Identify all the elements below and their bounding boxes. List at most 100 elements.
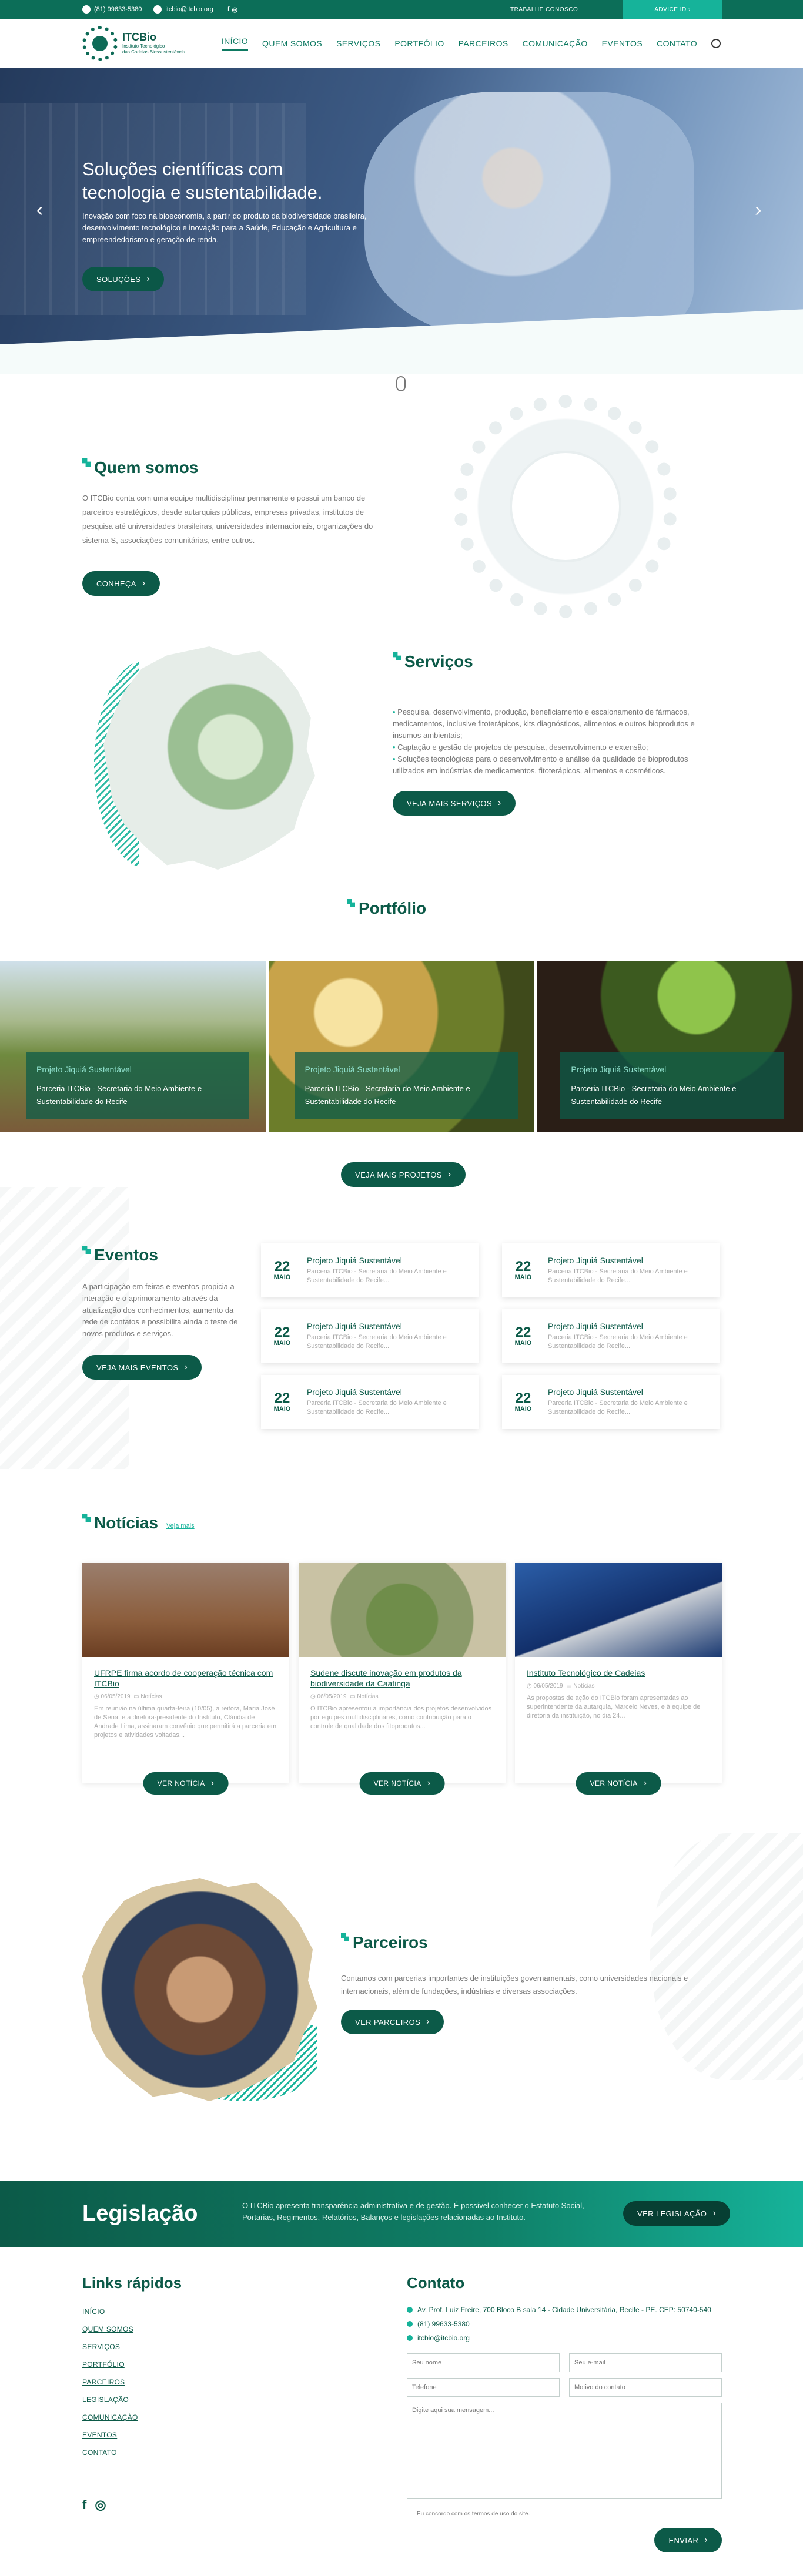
chevron-left-icon[interactable]: ‹ xyxy=(36,199,43,222)
events-text: A participação em feiras e eventos propi… xyxy=(82,1282,238,1338)
nav-comunicacao[interactable]: COMUNICAÇÃO xyxy=(523,39,588,48)
partners-button[interactable]: VER PARCEIROS xyxy=(341,2010,444,2034)
scientist-image xyxy=(364,92,694,338)
news-image[interactable] xyxy=(299,1563,506,1657)
footer-link[interactable]: INÍCIO xyxy=(82,2307,182,2316)
news-read-button[interactable]: VER NOTÍCIA xyxy=(359,1772,445,1795)
news-read-button[interactable]: VER NOTÍCIA xyxy=(576,1772,661,1795)
contact-form xyxy=(407,2353,722,2499)
about-text: O ITCBio conta com uma equipe multidisci… xyxy=(82,494,373,545)
news-card: Sudene discute inovação em produtos da b… xyxy=(299,1563,506,1795)
event-card[interactable]: 22 MAIO Projeto Jiquiá Sustentável Parceria… xyxy=(502,1309,720,1363)
name-field[interactable] xyxy=(407,2353,560,2372)
instagram-icon[interactable]: ◎ xyxy=(95,2497,106,2513)
section-mark-icon xyxy=(82,458,91,467)
search-icon[interactable] xyxy=(711,38,721,48)
footer-link[interactable]: EVENTOS xyxy=(82,2431,182,2439)
legislation-banner: Legislação O ITCBio apresenta transparên… xyxy=(0,2181,803,2247)
facebook-icon[interactable]: f xyxy=(227,6,230,13)
nav-contato[interactable]: CONTATO xyxy=(657,39,697,48)
service-item: Pesquisa, desenvolvimento, produção, ben… xyxy=(393,706,722,742)
news-read-button[interactable]: VER NOTÍCIA xyxy=(143,1772,229,1795)
footer-link[interactable]: COMUNICAÇÃO xyxy=(82,2413,182,2421)
section-mark-icon xyxy=(393,652,401,660)
portfolio-card-title: Projeto Jiquiá Sustentável xyxy=(36,1065,132,1074)
footer-link[interactable]: CONTATO xyxy=(82,2448,182,2457)
events-section: Eventos A participação em feiras e event… xyxy=(82,1246,247,1380)
portfolio-card[interactable]: Projeto Jiquiá Sustentável Parceria ITCBi… xyxy=(537,961,803,1132)
legislation-button[interactable]: VER LEGISLAÇÃO xyxy=(623,2201,731,2226)
portfolio-heading: Portfólio xyxy=(347,899,426,918)
about-button[interactable]: CONHEÇA xyxy=(82,571,160,596)
contact-section: Contato Av. Prof. Luiz Freire, 700 Bloco… xyxy=(407,2274,722,2552)
about-section: Quem somos O ITCBio conta com uma equipe… xyxy=(82,458,388,596)
calendar-icon: ◷ xyxy=(527,1683,534,1689)
footer-link[interactable]: PARCEIROS xyxy=(82,2378,182,2386)
email-field[interactable] xyxy=(569,2353,722,2372)
portfolio-button[interactable]: VEJA MAIS PROJETOS xyxy=(341,1162,466,1187)
news-image[interactable] xyxy=(515,1563,722,1657)
message-field[interactable] xyxy=(407,2403,722,2499)
footer-link[interactable]: SERVIÇOS xyxy=(82,2343,182,2351)
header: ITCBio Instituto Tecnológico das Cadeias… xyxy=(0,19,803,68)
footer-link[interactable]: LEGISLAÇÃO xyxy=(82,2396,182,2404)
brand-name: ITCBio xyxy=(122,31,156,43)
topbar-phone[interactable]: (81) 99633-5380 xyxy=(82,5,142,14)
work-with-us-link[interactable]: TRABALHE CONOSCO xyxy=(510,0,578,19)
news-grid: UFRPE firma acordo de cooperação técnica… xyxy=(82,1563,722,1795)
event-card[interactable]: 22 MAIO Projeto Jiquiá Sustentável Parceria… xyxy=(502,1375,720,1429)
event-card[interactable]: 22 MAIO Projeto Jiquiá Sustentável Parceria… xyxy=(261,1375,479,1429)
portfolio-title: Portfólio xyxy=(359,899,427,917)
hero-title: Soluções científicas com tecnologia e su… xyxy=(82,159,323,203)
globe-illustration xyxy=(454,395,677,618)
nav-parceiros[interactable]: PARCEIROS xyxy=(459,39,508,48)
news-more-link[interactable]: Veja mais xyxy=(166,1522,195,1530)
events-button[interactable]: VEJA MAIS EVENTOS xyxy=(82,1355,202,1380)
services-image xyxy=(94,646,315,870)
nav-servicos[interactable]: SERVIÇOS xyxy=(336,39,380,48)
event-card[interactable]: 22 MAIO Projeto Jiquiá Sustentável Parceria… xyxy=(261,1243,479,1297)
event-card[interactable]: 22 MAIO Projeto Jiquiá Sustentável Parceria… xyxy=(261,1309,479,1363)
calendar-icon: ◷ xyxy=(310,1693,317,1700)
advice-button[interactable]: ADVICE ID › xyxy=(623,0,722,19)
footer-social: f ◎ xyxy=(82,2497,106,2513)
events-grid: 22 MAIO Projeto Jiquiá Sustentável Parceria… xyxy=(261,1243,720,1429)
portfolio-card-title: Projeto Jiquiá Sustentável xyxy=(571,1065,667,1074)
scroll-indicator-icon[interactable] xyxy=(396,376,406,391)
services-button[interactable]: VEJA MAIS SERVIÇOS xyxy=(393,791,516,816)
footer-link[interactable]: QUEM SOMOS xyxy=(82,2325,182,2333)
nav-portfolio[interactable]: PORTFÓLIO xyxy=(394,39,444,48)
facebook-icon[interactable]: f xyxy=(82,2497,86,2513)
nav-quem-somos[interactable]: QUEM SOMOS xyxy=(262,39,322,48)
news-image[interactable] xyxy=(82,1563,289,1657)
chevron-right-icon[interactable]: › xyxy=(755,199,761,222)
reason-field[interactable] xyxy=(569,2378,722,2397)
quick-links: Links rápidos INÍCIO QUEM SOMOS SERVIÇOS… xyxy=(82,2274,182,2466)
event-card[interactable]: 22 MAIO Projeto Jiquiá Sustentável Parceria… xyxy=(502,1243,720,1297)
instagram-icon[interactable]: ◎ xyxy=(232,6,238,14)
portfolio-card[interactable]: Projeto Jiquiá Sustentável Parceria ITCBi… xyxy=(0,961,266,1132)
portfolio-card[interactable]: Projeto Jiquiá Sustentável Parceria ITCBi… xyxy=(268,961,535,1132)
section-mark-icon xyxy=(82,1246,91,1254)
nav-eventos[interactable]: EVENTOS xyxy=(602,39,643,48)
brand-tagline-2: das Cadeias Biossustentáveis xyxy=(122,49,185,55)
footer-link[interactable]: PORTFÓLIO xyxy=(82,2360,182,2369)
contact-email[interactable]: itcbio@itcbio.org xyxy=(417,2333,470,2343)
folder-icon: ▭ xyxy=(350,1693,357,1700)
phone-icon xyxy=(82,5,91,14)
portfolio-card-title: Projeto Jiquiá Sustentável xyxy=(305,1065,400,1074)
contact-phone[interactable]: (81) 99633-5380 xyxy=(417,2319,470,2329)
nav-inicio[interactable]: INÍCIO xyxy=(221,36,249,51)
services-section: Serviços Pesquisa, desenvolvimento, prod… xyxy=(393,652,722,816)
phone-field[interactable] xyxy=(407,2378,560,2397)
send-button[interactable]: ENVIAR xyxy=(654,2528,722,2552)
hero-text: Inovação com foco na bioeconomia, a part… xyxy=(82,212,367,244)
logo[interactable]: ITCBio Instituto Tecnológico das Cadeias… xyxy=(82,25,185,61)
service-item: Soluções tecnológicas para o desenvolvim… xyxy=(393,753,722,777)
hero-solutions-button[interactable]: SOLUÇÕES xyxy=(82,267,165,291)
folder-icon: ▭ xyxy=(566,1683,574,1689)
topbar-email[interactable]: itcbio@itcbio.org xyxy=(153,5,213,14)
news-heading: Notícias Veja mais xyxy=(82,1514,195,1532)
partners-section: Parceiros Contamos com parcerias importa… xyxy=(341,1933,722,2034)
terms-checkbox[interactable] xyxy=(407,2511,413,2517)
